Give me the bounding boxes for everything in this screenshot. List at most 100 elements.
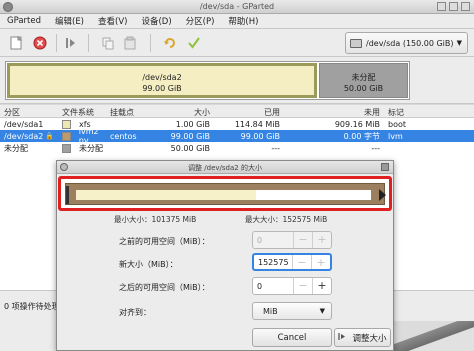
free-before-label: 之前的可用空间（MiB）： [119, 237, 210, 246]
free-space-bar [256, 190, 371, 200]
new-partition-icon[interactable] [6, 33, 26, 53]
partition-map-sda2-name: /dev/sda2 [142, 73, 182, 82]
align-to-select[interactable]: MiB ▼ [252, 302, 332, 320]
column-size[interactable]: 大小 [150, 105, 210, 117]
new-size-value[interactable]: 152575 [254, 258, 292, 267]
align-to-value: MiB [263, 306, 278, 316]
column-filesystem[interactable]: 文件系统 [62, 105, 110, 117]
partition-resize-graphic[interactable] [65, 183, 386, 205]
decrement-button[interactable]: − [292, 255, 311, 269]
right-resize-handle[interactable] [379, 189, 386, 201]
partition-map-sda2-size: 99.00 GiB [142, 84, 182, 93]
cell-filesystem: 未分配 [79, 143, 103, 153]
column-partition[interactable]: 分区 [0, 105, 62, 117]
close-window-button[interactable] [461, 2, 470, 11]
menu-view[interactable]: 查看(V) [91, 15, 134, 27]
cell-size: 50.00 GiB [170, 143, 210, 153]
partition-map-unallocated[interactable]: 未分配 50.00 GiB [319, 63, 408, 98]
max-size-label: 最大大小：152575 MiB [245, 215, 328, 224]
partition-map-sda2[interactable]: /dev/sda2 99.00 GiB [7, 63, 317, 98]
table-row-selected[interactable]: /dev/sda2 🔒 lvm2 pv centos 99.00 GiB 99.0… [0, 127, 474, 145]
cell-partition: 未分配 [4, 143, 28, 153]
increment-button[interactable]: + [311, 255, 330, 269]
cell-used: 99.00 GiB [240, 131, 280, 141]
decrement-button[interactable]: − [293, 278, 312, 294]
background-decoration [390, 321, 474, 351]
align-to-label: 对齐到： [119, 308, 151, 317]
chevron-down-icon: ▼ [319, 307, 325, 315]
cell-mountpoint: centos [110, 131, 137, 141]
maximize-button[interactable] [449, 2, 458, 11]
menu-gparted[interactable]: GParted [0, 16, 48, 26]
dialog-title: 调整 /dev/sda2 的大小 [188, 164, 262, 172]
resize-button[interactable]: 调整大小 [334, 328, 391, 347]
lock-icon: 🔒 [45, 132, 55, 140]
decrement-button[interactable]: − [293, 232, 312, 248]
cell-used: --- [271, 143, 280, 153]
resize-icon [338, 332, 347, 344]
window-title: /dev/sda - GParted [199, 2, 275, 11]
paste-icon[interactable] [120, 33, 140, 53]
dialog-menu-icon[interactable] [60, 163, 68, 171]
increment-button[interactable]: + [312, 278, 331, 294]
column-unused[interactable]: 未用 [280, 105, 380, 117]
new-size-spinner[interactable]: 152575 − + [252, 253, 332, 271]
undo-icon[interactable] [160, 33, 180, 53]
delete-partition-icon[interactable] [30, 33, 50, 53]
cell-unused: 909.16 MiB [334, 119, 380, 129]
resize-dialog: 调整 /dev/sda2 的大小 最小大小：101375 MiB 最大大小：15… [56, 160, 394, 351]
pending-operations-status: 0 项操作待处理 [4, 302, 60, 311]
free-before-value: 0 [257, 235, 263, 245]
partition-map-unallocated-size: 50.00 GiB [343, 84, 384, 93]
minimize-button[interactable] [437, 2, 446, 11]
column-used[interactable]: 已用 [210, 105, 280, 117]
dialog-titlebar: 调整 /dev/sda2 的大小 [57, 161, 393, 174]
menu-partition[interactable]: 分区(P) [179, 15, 222, 27]
toolbar-separator [88, 34, 89, 52]
disk-map: /dev/sda2 99.00 GiB 未分配 50.00 GiB [5, 61, 410, 100]
free-after-spinner[interactable]: 0 − + [252, 277, 332, 295]
resize-move-icon[interactable] [62, 33, 82, 53]
free-after-value: 0 [257, 281, 263, 291]
chevron-down-icon: ▼ [456, 39, 462, 47]
window-controls [437, 2, 470, 11]
disk-map-bar: /dev/sda2 99.00 GiB 未分配 50.00 GiB [0, 57, 474, 104]
disk-icon [350, 38, 362, 48]
menu-edit[interactable]: 编辑(E) [48, 15, 91, 27]
free-after-label: 之后的可用空间（MiB）： [119, 283, 210, 292]
fs-color-swatch [62, 143, 71, 153]
cell-used: 114.84 MiB [234, 119, 280, 129]
menu-bar: GParted 编辑(E) 查看(V) 设备(D) 分区(P) 帮助(H) [0, 14, 474, 29]
fs-color-swatch [62, 131, 71, 141]
increment-button[interactable]: + [312, 232, 331, 248]
dialog-close-button[interactable] [381, 163, 389, 171]
used-space-bar [76, 190, 256, 200]
column-mountpoint[interactable]: 挂载点 [110, 105, 150, 117]
cell-flags: boot [388, 119, 407, 129]
cell-unused: --- [371, 143, 380, 153]
menu-help[interactable]: 帮助(H) [221, 15, 265, 27]
menu-device[interactable]: 设备(D) [134, 15, 178, 27]
table-header: 分区 文件系统 挂载点 大小 已用 未用 标记 [0, 105, 474, 118]
cell-partition: /dev/sda2 [4, 131, 44, 141]
toolbar-separator [150, 34, 151, 52]
free-before-spinner[interactable]: 0 − + [252, 231, 332, 249]
cell-partition: /dev/sda1 [4, 119, 44, 129]
cell-size: 99.00 GiB [170, 131, 210, 141]
min-size-label: 最小大小：101375 MiB [114, 215, 197, 224]
left-resize-handle[interactable] [66, 186, 72, 204]
column-flags[interactable]: 标记 [380, 105, 460, 117]
cancel-button[interactable]: Cancel [252, 328, 332, 347]
apply-icon[interactable] [184, 33, 204, 53]
cell-size: 1.00 GiB [175, 119, 210, 129]
copy-icon[interactable] [98, 33, 118, 53]
partition-map-unallocated-name: 未分配 [351, 73, 376, 82]
toolbar: /dev/sda (150.00 GiB) ▼ [0, 29, 474, 57]
resize-button-label: 调整大小 [352, 333, 387, 344]
device-selector-label: /dev/sda (150.00 GiB) [366, 38, 454, 48]
cell-unused: 0.00 字节 [343, 131, 380, 141]
device-selector[interactable]: /dev/sda (150.00 GiB) ▼ [345, 32, 468, 54]
window-titlebar: /dev/sda - GParted [0, 0, 474, 14]
table-row[interactable]: 未分配 未分配 50.00 GiB --- --- [0, 142, 474, 154]
resize-graphic-highlight [58, 176, 392, 211]
